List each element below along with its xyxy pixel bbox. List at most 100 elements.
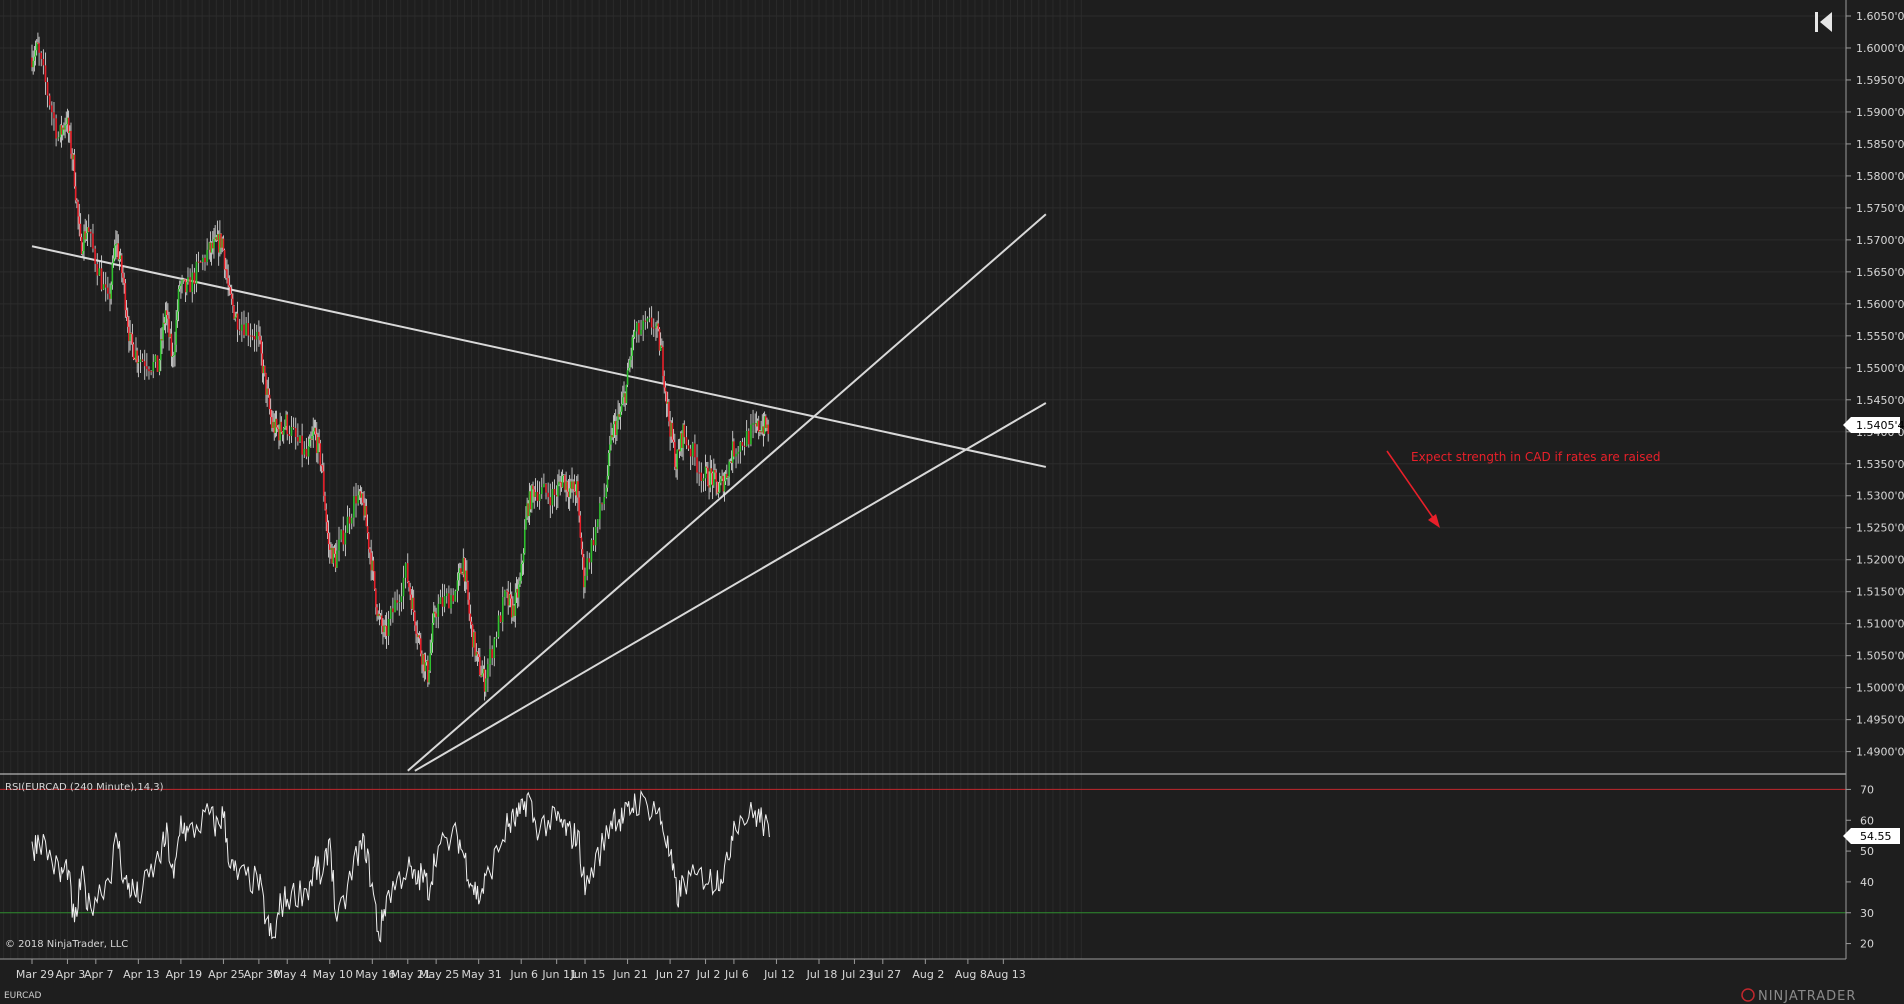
candle-body — [450, 595, 452, 609]
candle-body — [674, 442, 676, 467]
candle-body — [632, 336, 635, 338]
candle-body — [683, 424, 686, 438]
candle-body — [372, 560, 375, 572]
price-tick-label: 1.5300'0 — [1856, 490, 1904, 503]
candle-body — [303, 448, 306, 455]
candle-body — [543, 483, 545, 488]
candle-body — [435, 613, 437, 617]
candle-body — [578, 497, 580, 516]
candle-body — [314, 427, 317, 435]
date-tick-label: Apr 13 — [123, 968, 160, 981]
candle-body — [663, 375, 665, 388]
candle-body — [752, 423, 754, 425]
candle-body — [383, 625, 385, 633]
candle-body — [202, 257, 204, 262]
candle-body — [720, 478, 722, 483]
candle-body — [523, 529, 526, 554]
candle-body — [195, 261, 198, 285]
price-tick-label: 1.5650'0 — [1856, 266, 1904, 279]
candle-body — [112, 258, 115, 264]
candle-body — [64, 125, 66, 130]
candle-body — [691, 443, 694, 457]
candle-body — [520, 563, 523, 581]
candle-body — [94, 248, 96, 264]
date-tick-label: Apr 19 — [166, 968, 203, 981]
candle-body — [90, 231, 92, 234]
candle-body — [601, 503, 603, 505]
candle-body — [404, 563, 407, 578]
candle-body — [661, 345, 663, 347]
date-tick-label: Mar 29 — [16, 968, 54, 981]
candle-body — [612, 424, 615, 438]
candle-body — [672, 439, 675, 443]
candle-body — [378, 613, 381, 616]
candle-body — [412, 597, 415, 613]
candle-body — [154, 355, 157, 362]
candle-body — [150, 371, 152, 373]
candle-body — [434, 611, 436, 614]
candle-body — [509, 594, 512, 599]
candle-body — [566, 481, 569, 492]
candle-body — [609, 444, 611, 453]
candle-body — [77, 201, 79, 217]
candle-body — [148, 369, 150, 372]
candle-body — [605, 487, 608, 497]
candle-body — [245, 323, 247, 336]
candle-body — [178, 286, 181, 290]
candle-body — [259, 336, 261, 341]
candle-body — [652, 327, 655, 329]
candle-body — [441, 597, 444, 607]
candle-body — [631, 337, 634, 356]
candle-body — [557, 484, 559, 497]
candle-body — [258, 331, 260, 337]
candle-body — [365, 505, 368, 527]
candle-body — [518, 584, 520, 598]
candle-body — [269, 409, 272, 418]
candle-body — [333, 547, 336, 554]
date-tick-label: Jul 12 — [763, 968, 795, 981]
candle-body — [55, 118, 57, 139]
candle-body — [504, 590, 506, 598]
candle-body — [385, 625, 388, 636]
candle-body — [467, 581, 469, 600]
candle-body — [430, 642, 433, 654]
candle-body — [100, 268, 103, 290]
candle-body — [452, 595, 454, 602]
candle-body — [123, 277, 125, 284]
date-tick-label: Jul 18 — [806, 968, 838, 981]
candle-body — [487, 664, 489, 679]
candle-body — [470, 621, 473, 626]
candle-body — [495, 637, 498, 639]
candle-body — [173, 355, 175, 357]
candle-body — [251, 335, 254, 337]
candle-body — [366, 526, 369, 534]
candle-body — [136, 350, 138, 364]
candle-body — [253, 336, 256, 340]
candle-body — [180, 283, 182, 287]
candle-body — [107, 287, 109, 294]
candle-body — [400, 596, 403, 603]
candle-body — [129, 332, 131, 342]
candle-body — [299, 435, 301, 442]
brand-logo: NINJATRADER — [1741, 988, 1855, 1004]
candle-body — [655, 326, 657, 329]
price-tick-label: 1.5500'0 — [1856, 362, 1904, 375]
price-tick-label: 1.5100'0 — [1856, 618, 1904, 631]
candle-body — [193, 272, 196, 285]
candle-body — [380, 615, 383, 626]
candle-body — [685, 437, 688, 446]
candle-body — [206, 249, 208, 263]
candle-body — [117, 243, 120, 260]
candle-body — [532, 485, 534, 490]
price-tick-label: 1.4950'0 — [1856, 714, 1904, 727]
candle-body — [466, 570, 468, 582]
candle-body — [191, 272, 194, 292]
candle-body — [387, 618, 390, 636]
candle-body — [238, 329, 241, 331]
candle-body — [197, 261, 200, 263]
candle-body — [607, 452, 610, 476]
candle-body — [232, 298, 234, 307]
candle-body — [247, 323, 250, 336]
candle-body — [176, 311, 179, 321]
candle-body — [457, 573, 460, 581]
